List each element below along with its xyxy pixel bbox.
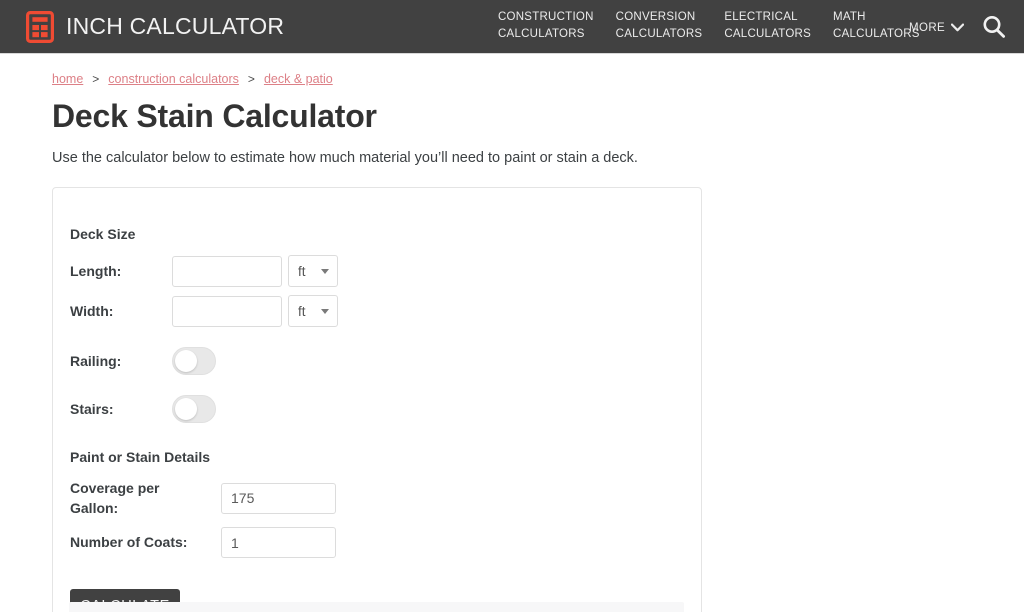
railing-toggle-row: Railing: bbox=[70, 347, 701, 375]
nav-item-line1: CONSTRUCTION bbox=[498, 11, 594, 23]
nav-item-line2: CALCULATORS bbox=[724, 28, 812, 40]
caret-down-icon bbox=[321, 269, 329, 274]
length-unit-value: ft bbox=[298, 263, 306, 279]
results-panel bbox=[69, 602, 684, 612]
breadcrumb-item-construction-calculators[interactable]: construction calculators bbox=[108, 72, 239, 86]
site-header: INCH CALCULATOR CONSTRUCTION CALCULATORS… bbox=[0, 0, 1024, 54]
page-title: Deck Stain Calculator bbox=[52, 98, 377, 134]
coverage-label: Coverage per Gallon: bbox=[70, 478, 221, 518]
main-nav: CONSTRUCTION CALCULATORS CONVERSION CALC… bbox=[498, 9, 942, 43]
page-intro: Use the calculator below to estimate how… bbox=[52, 150, 638, 166]
caret-down-icon bbox=[321, 309, 329, 314]
coverage-field-row: Coverage per Gallon: bbox=[70, 478, 701, 518]
breadcrumb: home > construction calculators > deck &… bbox=[52, 72, 1024, 86]
width-label: Width: bbox=[70, 302, 114, 319]
calculator-icon bbox=[26, 10, 54, 43]
chevron-down-icon bbox=[951, 19, 965, 37]
breadcrumb-separator: > bbox=[247, 72, 255, 86]
coverage-per-gallon-input[interactable] bbox=[221, 482, 336, 514]
number-of-coats-label: Number of Coats: bbox=[70, 534, 188, 550]
stairs-toggle[interactable] bbox=[172, 395, 216, 423]
nav-item-line1: CONVERSION bbox=[615, 11, 696, 23]
paint-details-heading: Paint or Stain Details bbox=[70, 449, 211, 465]
coats-field-row: Number of Coats: bbox=[70, 527, 701, 558]
nav-item-line2: CALCULATORS bbox=[498, 28, 585, 40]
width-unit-value: ft bbox=[298, 303, 306, 319]
deck-size-heading: Deck Size bbox=[70, 226, 136, 242]
more-label: MORE bbox=[909, 22, 946, 34]
calculator-card: Deck Size Length: ft Width: ft Railing: bbox=[52, 187, 702, 612]
nav-item-electrical-calculators[interactable]: ELECTRICAL CALCULATORS bbox=[724, 9, 811, 43]
railing-toggle[interactable] bbox=[172, 347, 216, 375]
page-body: home > construction calculators > deck &… bbox=[0, 72, 1024, 612]
length-unit-select[interactable]: ft bbox=[288, 255, 338, 287]
calculator-form: Deck Size Length: ft Width: ft Railing: bbox=[53, 188, 701, 612]
breadcrumb-item-deck-and-patio[interactable]: deck & patio bbox=[264, 72, 333, 86]
brand-name: INCH CALCULATOR bbox=[66, 13, 285, 39]
stairs-label: Stairs: bbox=[70, 400, 114, 417]
nav-item-conversion-calculators[interactable]: CONVERSION CALCULATORS bbox=[616, 9, 703, 43]
number-of-coats-input[interactable] bbox=[221, 527, 336, 558]
nav-item-line1: MATH bbox=[833, 11, 866, 23]
nav-item-line2: CALCULATORS bbox=[833, 28, 920, 40]
width-input[interactable] bbox=[172, 295, 282, 327]
nav-item-math-calculators[interactable]: MATH CALCULATORS bbox=[833, 9, 920, 43]
width-field-row: Width: ft bbox=[70, 295, 701, 327]
breadcrumb-item-home[interactable]: home bbox=[52, 72, 83, 86]
search-button[interactable] bbox=[981, 14, 1007, 45]
nav-item-construction-calculators[interactable]: CONSTRUCTION CALCULATORS bbox=[498, 9, 594, 43]
stairs-toggle-row: Stairs: bbox=[70, 395, 701, 423]
coverage-label-line1: Coverage per bbox=[70, 480, 160, 496]
search-icon bbox=[981, 16, 1007, 44]
nav-item-line1: ELECTRICAL bbox=[724, 11, 798, 23]
length-field-row: Length: ft bbox=[70, 255, 701, 287]
nav-item-more[interactable]: MORE bbox=[909, 19, 965, 37]
brand-logo-link[interactable]: INCH CALCULATOR bbox=[26, 10, 285, 43]
length-label: Length: bbox=[70, 262, 122, 279]
width-unit-select[interactable]: ft bbox=[288, 295, 338, 327]
toggle-knob bbox=[175, 398, 197, 420]
breadcrumb-separator: > bbox=[92, 72, 100, 86]
length-input[interactable] bbox=[172, 255, 282, 287]
nav-item-line2: CALCULATORS bbox=[615, 28, 703, 40]
toggle-knob bbox=[175, 350, 197, 372]
railing-label: Railing: bbox=[70, 352, 122, 369]
coverage-label-line2: Gallon: bbox=[70, 500, 119, 516]
